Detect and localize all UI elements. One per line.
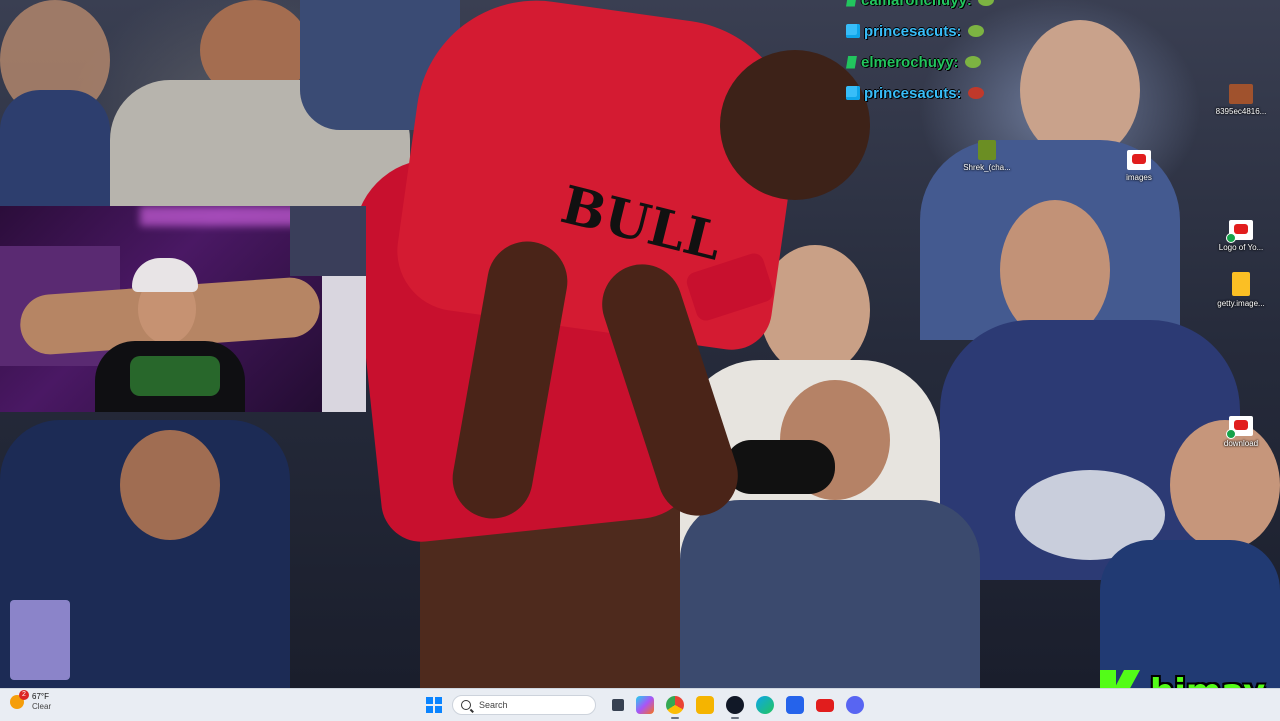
desktop-icon-label: getty.image... xyxy=(1217,299,1265,308)
chat-message: princesacuts: xyxy=(846,81,1046,105)
blue-diamond-badge-icon xyxy=(846,86,860,100)
youtube-icon xyxy=(1226,416,1253,439)
discord-icon[interactable] xyxy=(846,696,864,714)
chat-username: camaronchuyy: xyxy=(861,0,972,9)
taskbar: 2 67°F Clear Search xyxy=(0,688,1280,721)
youtube-icon xyxy=(1127,150,1151,170)
image-file-icon xyxy=(1232,272,1250,296)
desktop-icon-label: images xyxy=(1126,173,1152,182)
image-file-icon xyxy=(1229,84,1253,104)
chat-message: princesacuts: xyxy=(846,19,1046,43)
edge-icon[interactable] xyxy=(756,696,774,714)
chat-message: elmerochuyy: xyxy=(846,50,1046,74)
spectator xyxy=(120,430,220,540)
desktop-icon-label: 8395ec4816... xyxy=(1215,107,1267,116)
start-button[interactable] xyxy=(426,697,442,713)
weather-sun-icon: 2 xyxy=(10,690,29,709)
desktop-icon-image-file[interactable]: 8395ec4816... xyxy=(1212,84,1270,116)
youtube-app-icon[interactable] xyxy=(816,698,834,712)
file-explorer-icon[interactable] xyxy=(696,696,714,714)
dog-emote-icon xyxy=(967,87,984,99)
blue-diamond-badge-icon xyxy=(846,24,860,38)
green-badge-icon xyxy=(846,55,857,69)
credential-badge xyxy=(10,600,70,680)
shrek-image-icon xyxy=(978,140,996,160)
desktop-icon-getty-image[interactable]: getty.image... xyxy=(1212,272,1270,308)
frog-emote-icon xyxy=(977,0,994,6)
desktop-icon-shrek[interactable]: Shrek_(cha... xyxy=(958,140,1016,172)
door-panel xyxy=(322,276,366,412)
search-icon xyxy=(461,700,471,710)
desktop-icon-download[interactable]: download xyxy=(1212,416,1270,448)
spectator-body xyxy=(1100,540,1280,688)
weather-temperature: 67°F xyxy=(32,692,49,701)
microsoft-store-icon[interactable] xyxy=(786,696,804,714)
frog-emote-icon xyxy=(967,25,984,37)
weather-widget[interactable]: 2 67°F Clear xyxy=(10,690,52,712)
chat-message: camaronchuyy: xyxy=(846,0,1046,12)
obs-icon[interactable] xyxy=(726,696,744,719)
stream-chat: camaronchuyy: princesacuts: elmerochuyy:… xyxy=(846,0,1046,112)
task-view-icon[interactable] xyxy=(612,699,624,711)
photographer-body xyxy=(680,500,980,688)
spectator xyxy=(1000,200,1110,340)
chat-username: princesacuts: xyxy=(864,84,962,102)
taskbar-search[interactable]: Search xyxy=(452,695,596,715)
youtube-icon xyxy=(1226,220,1253,243)
chat-username: princesacuts: xyxy=(864,22,962,40)
green-badge-icon xyxy=(846,0,857,7)
frog-emote-icon xyxy=(964,56,981,68)
desktop-icon-logo-of-youtube[interactable]: Logo of Yo... xyxy=(1212,220,1270,252)
desktop-icon-images[interactable]: images xyxy=(1110,150,1168,182)
camera-lens xyxy=(725,440,835,494)
desktop-icon-label: download xyxy=(1223,439,1259,448)
shirt-graphic xyxy=(130,356,220,396)
search-placeholder: Search xyxy=(479,700,508,710)
copilot-icon[interactable] xyxy=(636,696,654,714)
desktop-icon-label: Logo of Yo... xyxy=(1218,243,1264,252)
sync-check-icon xyxy=(1226,233,1236,243)
wall-poster xyxy=(290,206,366,276)
webcam-overlay xyxy=(0,206,366,412)
desktop-icon-label: Shrek_(cha... xyxy=(963,163,1011,172)
weather-condition: Clear xyxy=(32,702,52,711)
chat-username: elmerochuyy: xyxy=(861,53,959,71)
sync-check-icon xyxy=(1226,429,1236,439)
chrome-icon[interactable] xyxy=(666,696,684,719)
spectator-body xyxy=(0,90,110,210)
streamer-cap xyxy=(132,258,198,292)
notification-badge: 2 xyxy=(19,690,29,700)
